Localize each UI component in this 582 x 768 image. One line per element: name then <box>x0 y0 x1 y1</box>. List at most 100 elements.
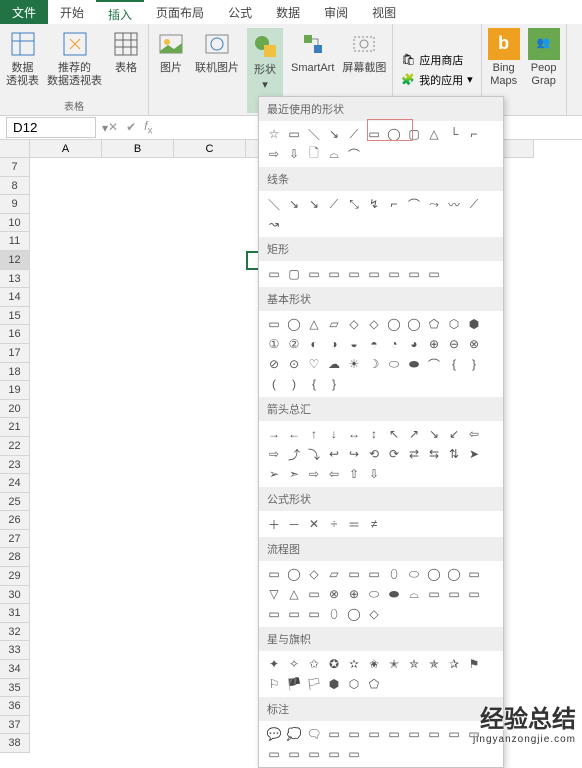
row-header-10[interactable]: 10 <box>0 214 30 233</box>
triangle-shape[interactable]: △ <box>425 125 443 143</box>
shape-item[interactable]: ⤳ <box>425 195 443 213</box>
row-header-15[interactable]: 15 <box>0 307 30 326</box>
shape-item[interactable]: ÷ <box>325 515 343 533</box>
shape-item[interactable]: ◯ <box>425 565 443 583</box>
shape-item[interactable]: ⇦ <box>465 425 483 443</box>
shape-item[interactable]: ☁ <box>325 355 343 373</box>
shape-item[interactable]: ⬯ <box>385 565 403 583</box>
shape-item[interactable]: ✯ <box>425 655 443 673</box>
doc-shape[interactable]: 🗋 <box>305 145 323 163</box>
shape-item[interactable]: ✰ <box>445 655 463 673</box>
row-header-34[interactable]: 34 <box>0 660 30 679</box>
row-header-24[interactable]: 24 <box>0 474 30 493</box>
shape-item[interactable]: ◑ <box>325 335 343 353</box>
shape-item[interactable]: ⬯ <box>325 605 343 623</box>
shape-item[interactable]: ✦ <box>265 655 283 673</box>
shape-item[interactable]: ⬭ <box>365 585 383 603</box>
shape-item[interactable]: ↪ <box>345 445 363 463</box>
shape-item[interactable]: ◯ <box>405 315 423 333</box>
shape-item[interactable]: ◕ <box>405 335 423 353</box>
tab-home[interactable]: 开始 <box>48 0 96 24</box>
row-header-13[interactable]: 13 <box>0 270 30 289</box>
col-header-B[interactable]: B <box>102 140 174 158</box>
shape-item[interactable]: ↘ <box>305 195 323 213</box>
shape-item[interactable]: ⬠ <box>365 675 383 693</box>
shape-item[interactable]: ⇨ <box>305 465 323 483</box>
shape-item[interactable]: ① <box>265 335 283 353</box>
shape-item[interactable]: ▭ <box>365 725 383 743</box>
shape-item[interactable]: ✬ <box>365 655 383 673</box>
shape-item[interactable]: ⤡ <box>345 195 363 213</box>
myapps-button[interactable]: 🧩我的应用 ▾ <box>401 72 472 88</box>
shape-item[interactable]: ▢ <box>285 265 303 283</box>
shape-item[interactable]: ⤵ <box>305 445 323 463</box>
tab-file[interactable]: 文件 <box>0 0 48 24</box>
shape-item[interactable]: ◯ <box>285 565 303 583</box>
shape-item[interactable]: ▱ <box>325 315 343 333</box>
shape-item[interactable]: ＝ <box>345 515 363 533</box>
shape-item[interactable]: ▭ <box>265 565 283 583</box>
shape-item[interactable]: ⬡ <box>445 315 463 333</box>
shape-item[interactable]: ↘ <box>425 425 443 443</box>
shape-item[interactable]: 💬 <box>265 725 283 743</box>
shape-item[interactable]: ☽ <box>365 355 383 373</box>
shape-item[interactable]: ⊘ <box>265 355 283 373</box>
shape-item[interactable]: ⌒ <box>405 195 423 213</box>
shape-item[interactable]: ≠ <box>365 515 383 533</box>
shape-item[interactable]: ✩ <box>305 655 323 673</box>
shape-item[interactable]: ◇ <box>365 315 383 333</box>
shape-item[interactable]: ⚑ <box>465 655 483 673</box>
shape-item[interactable]: ▭ <box>285 745 303 763</box>
shape-item[interactable]: ▭ <box>365 565 383 583</box>
tab-formula[interactable]: 公式 <box>216 0 264 24</box>
shape-item[interactable]: ⊗ <box>465 335 483 353</box>
shape-item[interactable]: ▭ <box>345 565 363 583</box>
shape-item[interactable]: ▭ <box>365 265 383 283</box>
row-header-16[interactable]: 16 <box>0 325 30 344</box>
shape-item[interactable]: ⚐ <box>265 675 283 693</box>
shape-item[interactable]: ◔ <box>385 335 403 353</box>
image-button[interactable]: 图片 <box>155 28 187 113</box>
shape-item[interactable]: ▱ <box>325 565 343 583</box>
shape-item[interactable]: ✫ <box>345 655 363 673</box>
shape-item[interactable]: ▭ <box>265 605 283 623</box>
shape-item[interactable]: ← <box>285 425 303 443</box>
connector-shape[interactable]: ⟋ <box>345 125 363 143</box>
row-header-25[interactable]: 25 <box>0 493 30 512</box>
star-shape[interactable]: ☆ <box>265 125 283 143</box>
shape-item[interactable]: ⬭ <box>385 355 403 373</box>
arc-shape[interactable]: ⌒ <box>345 145 363 163</box>
shape-item[interactable]: ＋ <box>265 515 283 533</box>
shape-item[interactable]: } <box>325 375 343 393</box>
row-header-11[interactable]: 11 <box>0 232 30 251</box>
shape-item[interactable]: ◯ <box>345 605 363 623</box>
shape-item[interactable]: 🏴 <box>285 675 303 693</box>
shape-item[interactable]: △ <box>305 315 323 333</box>
shape-item[interactable]: ➣ <box>285 465 303 483</box>
shape-item[interactable]: ⬬ <box>405 355 423 373</box>
shape-item[interactable]: ◇ <box>345 315 363 333</box>
shape-item[interactable]: 💭 <box>285 725 303 743</box>
tab-layout[interactable]: 页面布局 <box>144 0 216 24</box>
row-header-17[interactable]: 17 <box>0 344 30 363</box>
shape-item[interactable]: ✕ <box>305 515 323 533</box>
table-button[interactable]: 表格 <box>110 28 142 96</box>
shape-item[interactable]: ▭ <box>405 265 423 283</box>
shape-item[interactable]: ⇅ <box>445 445 463 463</box>
shape-item[interactable]: ◯ <box>445 565 463 583</box>
row-header-8[interactable]: 8 <box>0 177 30 196</box>
shape-item[interactable]: ➤ <box>465 445 483 463</box>
shape-item[interactable]: ⌒ <box>425 355 443 373</box>
shape-item[interactable]: ▭ <box>425 585 443 603</box>
shape-item[interactable]: ↗ <box>405 425 423 443</box>
shape-item[interactable]: ▭ <box>405 725 423 743</box>
row-header-28[interactable]: 28 <box>0 548 30 567</box>
tab-view[interactable]: 视图 <box>360 0 408 24</box>
shape-item[interactable]: { <box>305 375 323 393</box>
shape-item[interactable]: ▭ <box>285 605 303 623</box>
shape-item[interactable]: ▭ <box>265 315 283 333</box>
shape-item[interactable]: ▭ <box>305 585 323 603</box>
shape-item[interactable]: － <box>285 515 303 533</box>
shape-item[interactable]: ⟲ <box>365 445 383 463</box>
row-header-20[interactable]: 20 <box>0 400 30 419</box>
